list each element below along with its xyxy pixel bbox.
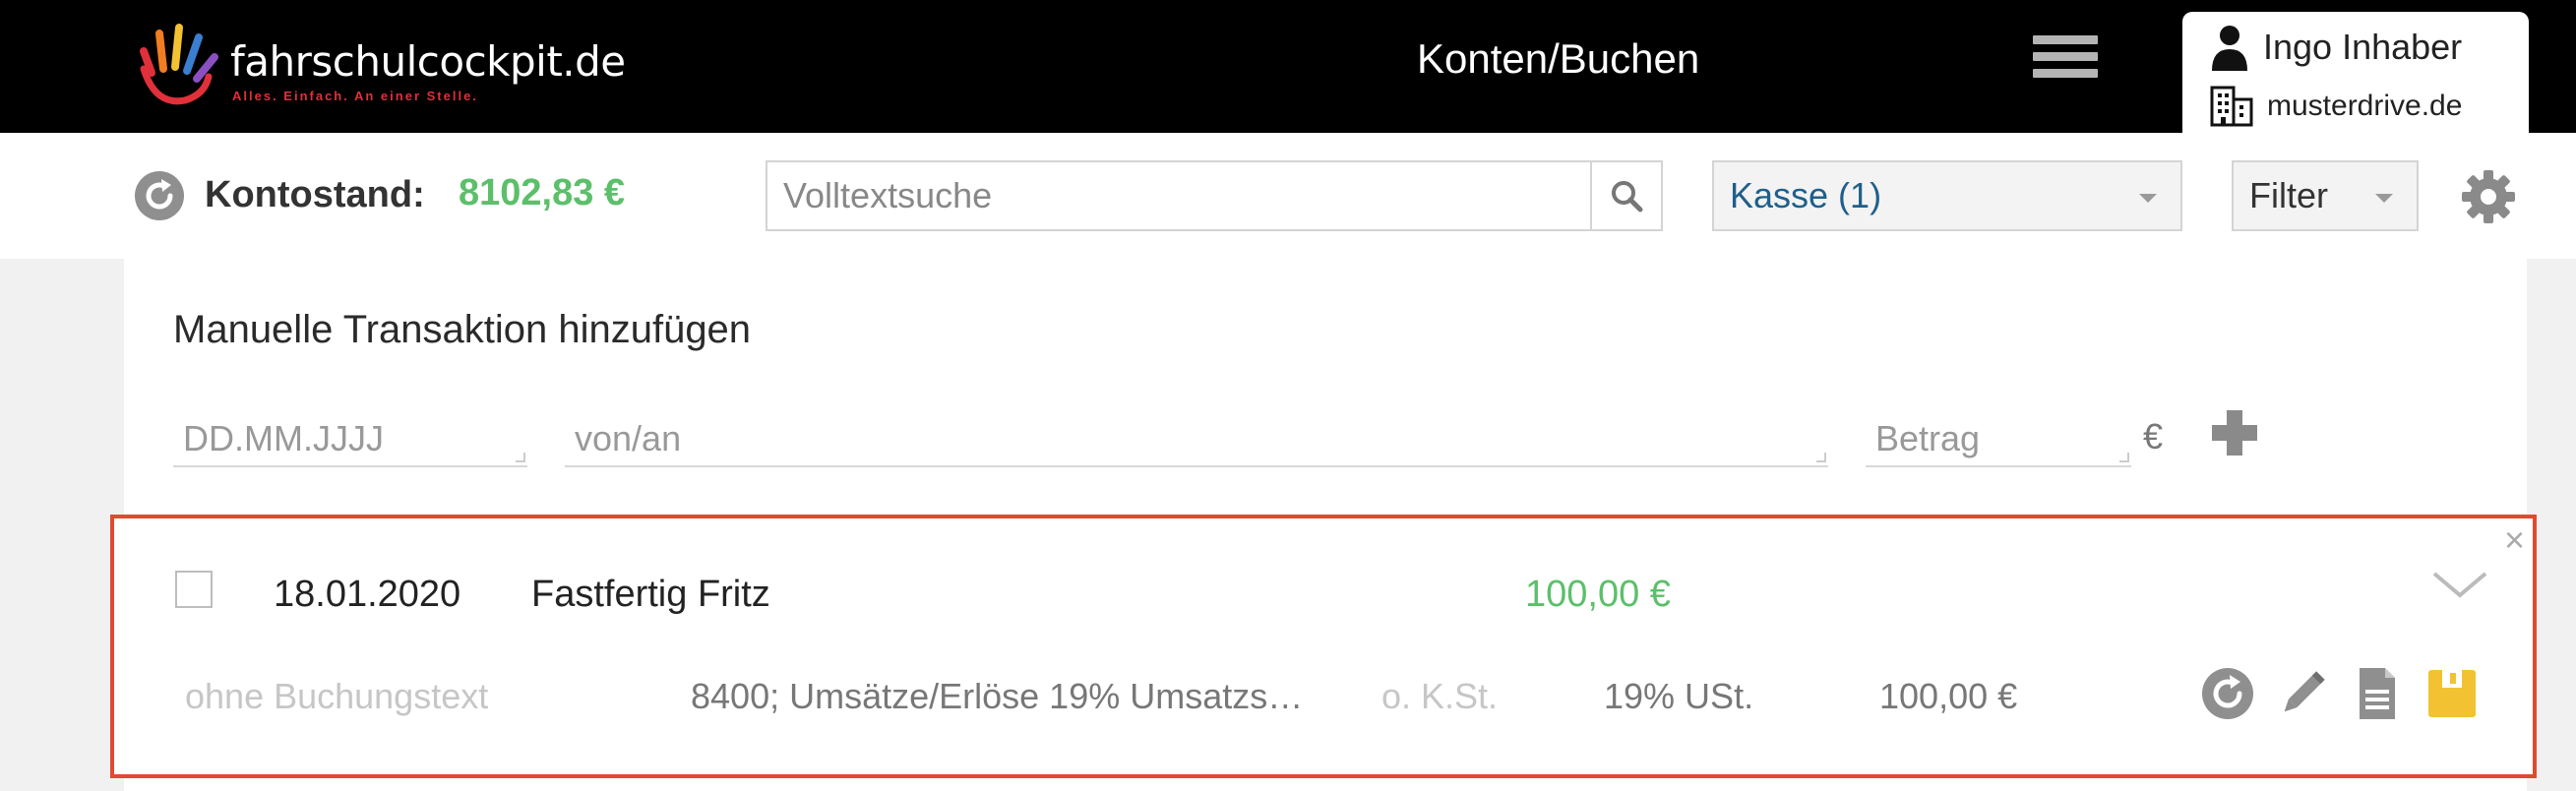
date-field-placeholder: DD.MM.JJJJ xyxy=(183,418,384,458)
transaction-amount: 100,00 € xyxy=(1525,574,1671,615)
menu-icon-bar xyxy=(2033,52,2098,61)
transaction-party: Fastfertig Fritz xyxy=(531,574,770,615)
user-icon xyxy=(2212,26,2247,71)
logo-text: fahrschulcockpit.de xyxy=(230,37,626,86)
logo-slogan: Alles. Einfach. An einer Stelle. xyxy=(232,89,478,103)
party-field-placeholder: von/an xyxy=(575,418,682,458)
cost-center[interactable]: o. K.St. xyxy=(1381,676,1498,717)
search-icon xyxy=(1612,181,1643,213)
date-field[interactable]: DD.MM.JJJJ xyxy=(173,408,527,467)
filter-select-value: Filter xyxy=(2249,175,2328,215)
chevron-down-icon[interactable] xyxy=(2430,568,2489,601)
amount-field[interactable]: Betrag xyxy=(1866,408,2131,467)
menu-icon xyxy=(2033,35,2098,44)
refresh-icon[interactable] xyxy=(134,170,185,221)
user-card[interactable]: Ingo Inhaber musterdrive.de xyxy=(2182,12,2529,145)
net-amount: 100,00 € xyxy=(1879,676,2018,716)
pencil-icon[interactable] xyxy=(2275,666,2330,721)
document-icon[interactable] xyxy=(2350,666,2405,721)
user-organization: musterdrive.de xyxy=(2267,90,2463,122)
chevron-down-icon xyxy=(2139,194,2157,203)
hand-logo-icon xyxy=(140,24,218,105)
menu-button[interactable] xyxy=(2033,35,2102,85)
menu-icon-bar xyxy=(2033,69,2098,78)
account-toolbar: Kontostand: 8102,83 € Kasse (1) Filter xyxy=(0,133,2576,259)
ledger-account[interactable]: 8400; Umsätze/Erlöse 19% Umsatzs… xyxy=(691,676,1303,717)
amount-field-placeholder: Betrag xyxy=(1875,418,1981,458)
user-name: Ingo Inhaber xyxy=(2263,27,2463,67)
refresh-icon[interactable] xyxy=(2200,666,2255,721)
fulltext-search-input[interactable] xyxy=(766,160,1592,231)
booking-text[interactable]: ohne Buchungstext xyxy=(185,676,488,717)
transaction-actions xyxy=(2200,666,2480,721)
currency-symbol: € xyxy=(2143,416,2164,456)
party-field[interactable]: von/an xyxy=(565,408,1828,467)
chevron-down-icon xyxy=(2375,194,2393,203)
resize-handle-icon xyxy=(516,453,525,462)
resize-handle-icon xyxy=(1816,453,1826,462)
transaction-date: 18.01.2020 xyxy=(274,574,461,615)
user-row: Ingo Inhaber xyxy=(2210,24,2462,71)
resize-handle-icon xyxy=(2119,453,2129,462)
top-bar: fahrschulcockpit.de Alles. Einfach. An e… xyxy=(0,0,2576,145)
add-transaction-button[interactable] xyxy=(2210,408,2259,457)
search-button[interactable] xyxy=(1590,160,1663,231)
account-select[interactable]: Kasse (1) xyxy=(1712,160,2182,231)
transaction-item[interactable]: 18.01.2020 Fastfertig Fritz 100,00 € × o… xyxy=(110,515,2537,778)
add-transaction-title: Manuelle Transaktion hinzufügen xyxy=(173,308,752,351)
organization-row: musterdrive.de xyxy=(2210,86,2462,127)
building-icon xyxy=(2210,86,2253,127)
receipt-icon[interactable] xyxy=(2424,666,2480,721)
tax-rate[interactable]: 19% USt. xyxy=(1604,676,1753,717)
balance-value: 8102,83 € xyxy=(459,172,626,213)
close-icon[interactable]: × xyxy=(2504,522,2525,558)
filter-select[interactable]: Filter xyxy=(2232,160,2419,231)
page-title: Konten/Buchen xyxy=(1417,35,1700,82)
app-logo[interactable]: fahrschulcockpit.de Alles. Einfach. An e… xyxy=(134,22,626,110)
account-select-value: Kasse (1) xyxy=(1730,175,1882,215)
balance-label: Kontostand: xyxy=(205,174,425,215)
gear-icon[interactable] xyxy=(2460,168,2517,225)
transaction-checkbox[interactable] xyxy=(175,571,213,608)
